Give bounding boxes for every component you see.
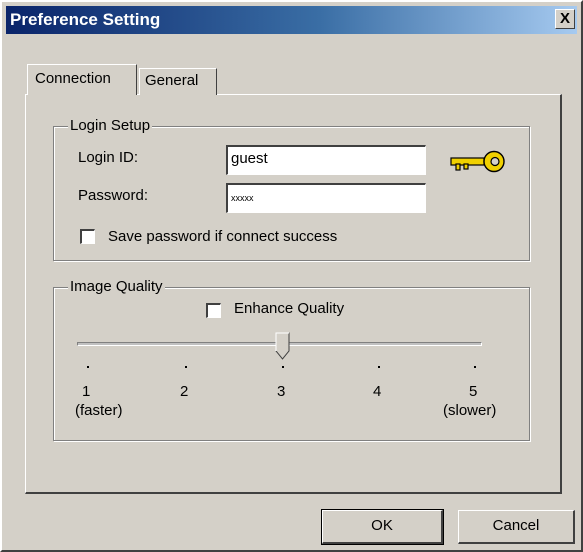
slider-tick [474, 366, 476, 368]
login-id-input[interactable]: guest [226, 145, 426, 175]
enhance-quality-checkbox[interactable] [206, 303, 221, 318]
preference-dialog: Preference Setting X Connection General … [0, 0, 583, 552]
login-setup-legend: Login Setup [68, 117, 153, 134]
password-input[interactable]: xxxxx [226, 183, 426, 213]
slider-tick [378, 366, 380, 368]
tab-general-label: General [145, 72, 199, 89]
close-button[interactable]: X [555, 9, 575, 29]
login-id-value: guest [231, 150, 268, 167]
tab-connection[interactable]: Connection [27, 64, 137, 95]
slider-max-caption: (slower) [443, 402, 497, 419]
close-icon: X [559, 10, 570, 27]
save-password-label[interactable]: Save password if connect success [108, 228, 337, 245]
login-id-label: Login ID: [78, 149, 139, 166]
cancel-button[interactable]: Cancel [458, 510, 575, 544]
enhance-quality-label[interactable]: Enhance Quality [234, 300, 344, 317]
tab-general[interactable]: General [139, 68, 217, 95]
slider-tick-label: 4 [373, 383, 382, 400]
slider-min-caption: (faster) [75, 402, 123, 419]
key-icon [450, 150, 506, 174]
quality-slider-thumb[interactable] [275, 332, 291, 360]
ok-button[interactable]: OK [321, 509, 444, 545]
slider-tick-label: 5 [469, 383, 478, 400]
ok-button-label: OK [371, 517, 393, 534]
image-quality-legend: Image Quality [68, 278, 165, 295]
slider-tick-label: 1 [82, 383, 91, 400]
save-password-checkbox[interactable] [80, 229, 95, 244]
slider-tick-label: 3 [277, 383, 286, 400]
password-value: xxxxx [231, 193, 254, 203]
cancel-button-label: Cancel [492, 517, 540, 534]
tab-connection-label: Connection [35, 70, 111, 87]
password-label: Password: [78, 187, 149, 204]
title-bar[interactable]: Preference Setting X [6, 6, 577, 34]
slider-tick [185, 366, 187, 368]
slider-tick [282, 366, 284, 368]
slider-tick [87, 366, 89, 368]
window-title: Preference Setting [10, 10, 161, 29]
slider-tick-label: 2 [180, 383, 189, 400]
